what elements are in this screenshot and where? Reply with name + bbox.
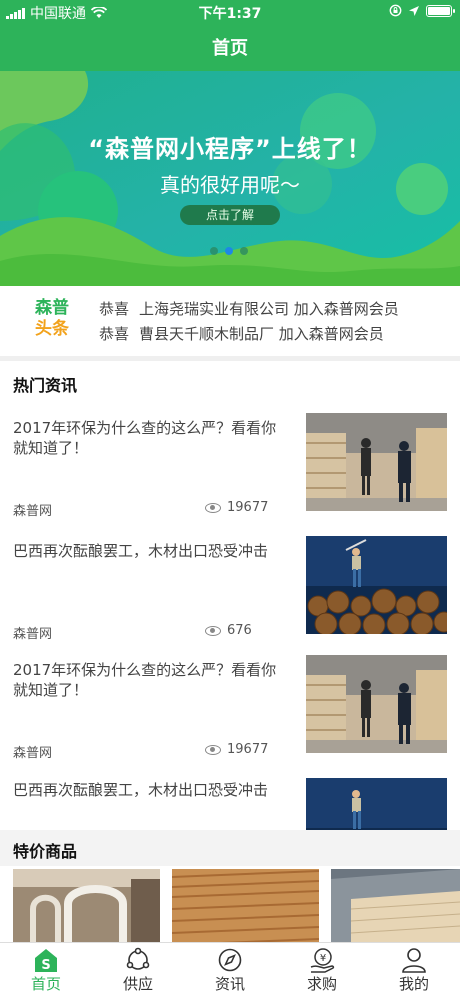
article-source: 森普网 <box>13 504 53 519</box>
headlines-logo: 森普 头条 <box>35 298 69 339</box>
home-icon: S <box>35 949 57 973</box>
carousel-dot[interactable] <box>210 247 218 255</box>
specials-title: 特价商品 <box>13 842 78 861</box>
specials-header: 特价商品 <box>0 830 460 866</box>
article-views: 19677 <box>227 742 269 757</box>
article-views: 676 <box>227 623 252 638</box>
product-carousel <box>0 866 460 946</box>
news-article[interactable]: 巴西再次酝酿罢工，木材出口恐受冲击 森普网 676 <box>0 531 460 654</box>
tab-profile[interactable]: 我的 <box>368 943 460 996</box>
user-icon <box>402 948 426 973</box>
rotation-lock-icon <box>389 4 402 17</box>
news-article[interactable]: 2017年环保为什么查的这么严？看看你就知道了！ 森普网 19677 <box>0 650 460 773</box>
product-card[interactable] <box>172 869 319 946</box>
article-title: 2017年环保为什么查的这么严？看看你就知道了！ <box>13 419 277 457</box>
app-header: 中国联通 下午1:37 首页 <box>0 0 460 71</box>
carousel-dots <box>210 247 248 255</box>
article-source: 森普网 <box>13 627 53 642</box>
tab-home[interactable]: S 首页 <box>0 943 92 996</box>
supply-icon <box>126 947 150 970</box>
svg-text:¥: ¥ <box>320 953 326 964</box>
battery-icon <box>426 4 455 17</box>
headline-item[interactable]: 恭喜 曹县天千顺木制品厂 加入森普网会员 <box>99 323 384 344</box>
location-arrow-icon <box>409 5 419 16</box>
status-bar: 中国联通 下午1:37 <box>0 0 460 24</box>
page-title: 首页 <box>212 38 248 59</box>
views-icon <box>205 744 221 755</box>
article-title: 2017年环保为什么查的这么严？看看你就知道了！ <box>13 661 277 699</box>
product-card[interactable] <box>331 869 460 946</box>
article-views: 19677 <box>227 500 269 515</box>
views-icon <box>205 502 221 513</box>
article-source: 森普网 <box>13 746 53 761</box>
home-page: 中国联通 下午1:37 首页 “森普网小程序”上线了！ 真的很好用呢～ 点击了解… <box>0 0 460 996</box>
article-thumbnail[interactable] <box>306 413 447 511</box>
svg-text:S: S <box>41 958 50 973</box>
views-icon <box>205 625 221 636</box>
news-article[interactable]: 巴西再次酝酿罢工，木材出口恐受冲击 <box>0 770 460 830</box>
tab-supply[interactable]: 供应 <box>92 943 184 996</box>
product-card[interactable] <box>13 869 160 946</box>
learn-more-button[interactable]: 点击了解 <box>180 205 280 225</box>
article-thumbnail[interactable] <box>306 778 447 830</box>
carousel-dot-active[interactable] <box>225 247 233 255</box>
section-divider <box>0 356 460 361</box>
promo-banner[interactable]: “森普网小程序”上线了！ 真的很好用呢～ 点击了解 <box>0 71 460 286</box>
article-title: 巴西再次酝酿罢工，木材出口恐受冲击 <box>13 781 269 799</box>
article-title: 巴西再次酝酿罢工，木材出口恐受冲击 <box>13 542 269 560</box>
tab-purchase[interactable]: ¥ 求购 <box>276 943 368 996</box>
banner-subtitle: 真的很好用呢～ <box>160 173 300 197</box>
news-article[interactable]: 2017年环保为什么查的这么严？看看你就知道了！ 森普网 19677 <box>0 408 460 531</box>
compass-icon <box>218 948 242 972</box>
hot-news-title: 热门资讯 <box>13 376 78 395</box>
article-thumbnail[interactable] <box>306 536 447 634</box>
headline-item[interactable]: 恭喜 上海尧瑞实业有限公司 加入森普网会员 <box>99 298 399 319</box>
carousel-dot[interactable] <box>240 247 248 255</box>
tab-news[interactable]: 资讯 <box>184 943 276 996</box>
headlines-ticker[interactable]: 森普 头条 恭喜 上海尧瑞实业有限公司 加入森普网会员 恭喜 曹县天千顺木制品厂 加… <box>0 286 460 356</box>
article-thumbnail[interactable] <box>306 655 447 753</box>
bottom-tab-bar: S 首页 供应 资讯 ¥ 求购 我的 <box>0 942 460 996</box>
purchase-icon: ¥ <box>310 948 335 973</box>
banner-title: “森普网小程序”上线了！ <box>88 135 372 163</box>
